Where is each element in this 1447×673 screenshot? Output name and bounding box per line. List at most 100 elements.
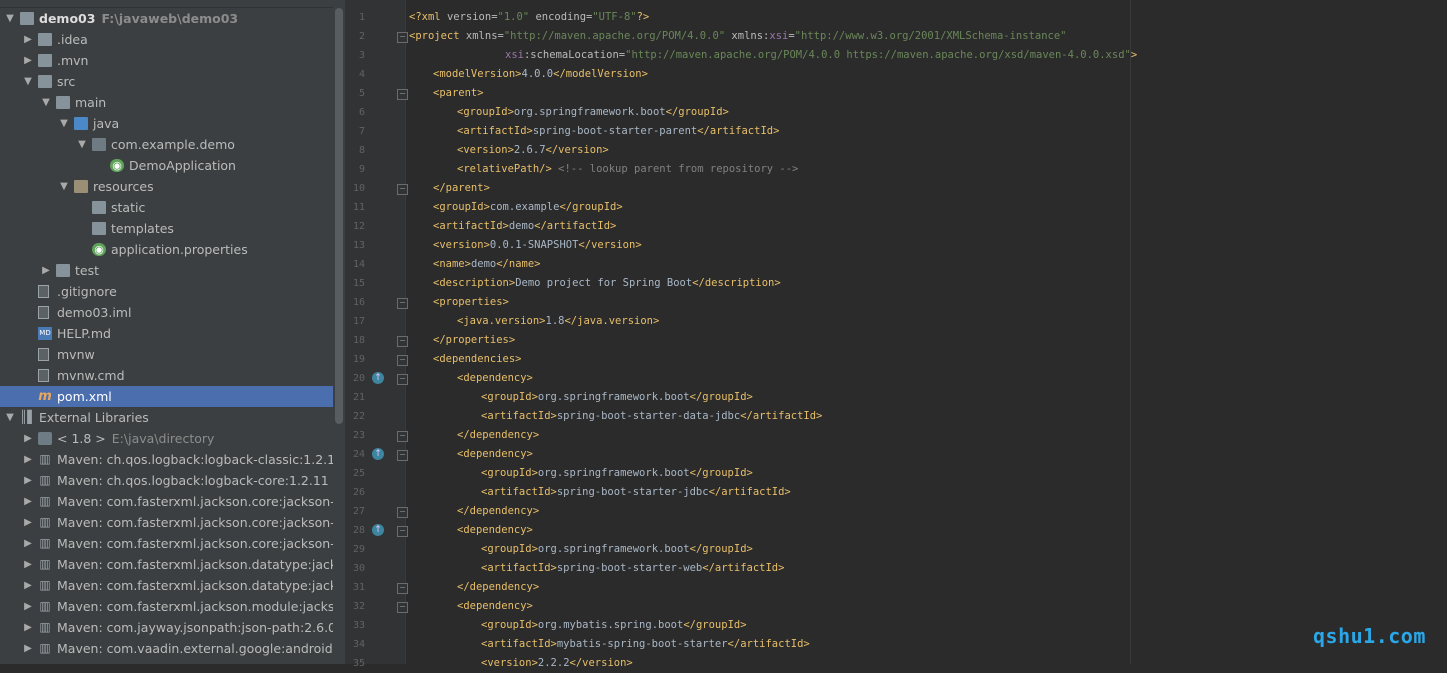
code-line[interactable]: <artifactId>mybatis-spring-boot-starter<… xyxy=(481,635,810,654)
tree-item[interactable]: ▶ .idea xyxy=(0,29,345,50)
maven-dependency-gutter-icon[interactable]: ↑ xyxy=(372,448,384,460)
tree-item-label: Maven: com.vaadin.external.google:androi… xyxy=(57,638,345,659)
tree-item[interactable]: ▼ demo03 F:\javaweb\demo03 xyxy=(0,8,345,29)
code-line[interactable]: <artifactId>spring-boot-starter-jdbc</ar… xyxy=(481,483,791,502)
chevron-right-icon[interactable]: ▶ xyxy=(22,533,34,554)
tree-item[interactable]: demo03.iml xyxy=(0,302,345,323)
maven-dependency-gutter-icon[interactable]: ↑ xyxy=(372,524,384,536)
code-line[interactable]: <?xml version="1.0" encoding="UTF-8"?> xyxy=(409,8,649,27)
tree-item[interactable]: .gitignore xyxy=(0,281,345,302)
code-line[interactable]: <parent> xyxy=(433,84,484,103)
tree-item[interactable]: mvnw xyxy=(0,344,345,365)
code-line[interactable]: </properties> xyxy=(433,331,515,350)
code-line[interactable]: <groupId>com.example</groupId> xyxy=(433,198,623,217)
tree-item[interactable]: ▼ main xyxy=(0,92,345,113)
code-line[interactable]: <version>2.6.7</version> xyxy=(457,141,609,160)
tree-item[interactable]: ▶ ▥ Maven: com.fasterxml.jackson.core:jack… xyxy=(0,533,345,554)
code-line[interactable]: <artifactId>demo</artifactId> xyxy=(433,217,616,236)
code-line[interactable]: <description>Demo project for Spring Boo… xyxy=(433,274,781,293)
code-line[interactable]: <dependency> xyxy=(457,597,533,616)
tree-item[interactable]: ▶ ▥ Maven: com.fasterxml.jackson.module:ja… xyxy=(0,596,345,617)
tree-item[interactable]: ▶ ▥ Maven: com.fasterxml.jackson.core:jack… xyxy=(0,512,345,533)
code-line[interactable]: </dependency> xyxy=(457,578,539,597)
code-line[interactable]: <version>0.0.1-SNAPSHOT</version> xyxy=(433,236,642,255)
code-line[interactable]: <name>demo</name> xyxy=(433,255,541,274)
chevron-right-icon[interactable]: ▶ xyxy=(22,470,34,491)
chevron-right-icon[interactable]: ▶ xyxy=(40,260,52,281)
tree-item[interactable]: ▶ .mvn xyxy=(0,50,345,71)
code-line[interactable]: <dependency> xyxy=(457,521,533,540)
tree-item[interactable]: ▼ java xyxy=(0,113,345,134)
code-line[interactable]: <artifactId>spring-boot-starter-data-jdb… xyxy=(481,407,822,426)
chevron-right-icon[interactable]: ▶ xyxy=(22,491,34,512)
code-line[interactable]: <properties> xyxy=(433,293,509,312)
code-token: org.springframework.boot xyxy=(513,106,666,118)
tree-item[interactable]: ▶ ▥ Maven: com.fasterxml.jackson.datatype:… xyxy=(0,575,345,596)
code-line[interactable]: <artifactId>spring-boot-starter-parent</… xyxy=(457,122,779,141)
tree-item[interactable]: ▶ test xyxy=(0,260,345,281)
tree-item[interactable]: ▶ ▥ Maven: com.jayway.jsonpath:json-path:2… xyxy=(0,617,345,638)
code-line[interactable]: </dependency> xyxy=(457,502,539,521)
chevron-right-icon[interactable]: ▶ xyxy=(22,638,34,659)
line-number: 8 xyxy=(358,145,365,156)
chevron-right-icon[interactable]: ▶ xyxy=(22,50,34,71)
tree-item[interactable]: ▶ < 1.8 > E:\java\directory xyxy=(0,428,345,449)
code-line[interactable]: <relativePath/> <!-- lookup parent from … xyxy=(457,160,798,179)
chevron-right-icon[interactable]: ▶ xyxy=(22,449,34,470)
tree-item[interactable]: templates xyxy=(0,218,345,239)
chevron-down-icon[interactable]: ▼ xyxy=(58,176,70,197)
chevron-right-icon[interactable]: ▶ xyxy=(22,617,34,638)
code-line[interactable]: <groupId>org.springframework.boot</group… xyxy=(481,540,753,559)
code-line[interactable]: <project xmlns="http://maven.apache.org/… xyxy=(409,27,1067,46)
tree-item[interactable]: ◉ DemoApplication xyxy=(0,155,345,176)
code-token: <artifactId> xyxy=(481,486,557,498)
chevron-down-icon[interactable]: ▼ xyxy=(40,92,52,113)
code-line[interactable]: <java.version>1.8</java.version> xyxy=(457,312,659,331)
chevron-down-icon[interactable]: ▼ xyxy=(58,113,70,134)
code-line[interactable]: <artifactId>spring-boot-starter-web</art… xyxy=(481,559,784,578)
tree-item[interactable]: MD HELP.md xyxy=(0,323,345,344)
tree-item-text: External Libraries xyxy=(39,410,149,425)
code-line[interactable]: <dependencies> xyxy=(433,350,522,369)
code-line[interactable]: <dependency> xyxy=(457,445,533,464)
tree-item-label: < 1.8 > E:\java\directory xyxy=(57,428,214,449)
tree-item[interactable]: ▼ com.example.demo xyxy=(0,134,345,155)
tree-item[interactable]: ▶ ▥ Maven: com.fasterxml.jackson.core:jack… xyxy=(0,491,345,512)
tree-item-label: demo03 F:\javaweb\demo03 xyxy=(39,8,238,29)
chevron-down-icon[interactable]: ▼ xyxy=(4,407,16,428)
line-number: 2 xyxy=(358,31,365,42)
tree-item[interactable]: ▼ src xyxy=(0,71,345,92)
chevron-right-icon[interactable]: ▶ xyxy=(22,575,34,596)
tree-item[interactable]: ▶ ▥ Maven: com.fasterxml.jackson.datatype:… xyxy=(0,554,345,575)
tree-item[interactable]: static xyxy=(0,197,345,218)
chevron-down-icon[interactable]: ▼ xyxy=(76,134,88,155)
chevron-right-icon[interactable]: ▶ xyxy=(22,512,34,533)
tree-scrollbar-thumb[interactable] xyxy=(335,8,343,424)
code-line[interactable]: <modelVersion>4.0.0</modelVersion> xyxy=(433,65,648,84)
code-line[interactable]: <groupId>org.springframework.boot</group… xyxy=(481,388,753,407)
tree-item[interactable]: mvnw.cmd xyxy=(0,365,345,386)
code-line[interactable]: <groupId>org.springframework.boot</group… xyxy=(457,103,729,122)
chevron-right-icon[interactable]: ▶ xyxy=(22,428,34,449)
tree-item[interactable]: m pom.xml xyxy=(0,386,345,407)
tree-item-text: java xyxy=(93,116,120,131)
maven-dependency-gutter-icon[interactable]: ↑ xyxy=(372,372,384,384)
tree-item[interactable]: ◉ application.properties xyxy=(0,239,345,260)
code-line[interactable]: xsi:schemaLocation="http://maven.apache.… xyxy=(505,46,1137,65)
chevron-right-icon[interactable]: ▶ xyxy=(22,596,34,617)
tree-item[interactable]: ▶ ▥ Maven: com.vaadin.external.google:andr… xyxy=(0,638,345,659)
chevron-right-icon[interactable]: ▶ xyxy=(22,554,34,575)
code-editor[interactable]: <?xml version="1.0" encoding="UTF-8"?> <p… xyxy=(405,0,1447,669)
chevron-right-icon[interactable]: ▶ xyxy=(22,29,34,50)
code-line[interactable]: </parent> xyxy=(433,179,490,198)
chevron-down-icon[interactable]: ▼ xyxy=(22,71,34,92)
code-line[interactable]: </dependency> xyxy=(457,426,539,445)
tree-item[interactable]: ▶ ▥ Maven: ch.qos.logback:logback-classic:… xyxy=(0,449,345,470)
chevron-down-icon[interactable]: ▼ xyxy=(4,8,16,29)
tree-item[interactable]: ▶ ▥ Maven: ch.qos.logback:logback-core:1.2… xyxy=(0,470,345,491)
code-line[interactable]: <dependency> xyxy=(457,369,533,388)
tree-item[interactable]: ▼ ║▌ External Libraries xyxy=(0,407,345,428)
code-line[interactable]: <groupId>org.mybatis.spring.boot</groupI… xyxy=(481,616,747,635)
tree-item[interactable]: ▼ resources xyxy=(0,176,345,197)
code-line[interactable]: <groupId>org.springframework.boot</group… xyxy=(481,464,753,483)
